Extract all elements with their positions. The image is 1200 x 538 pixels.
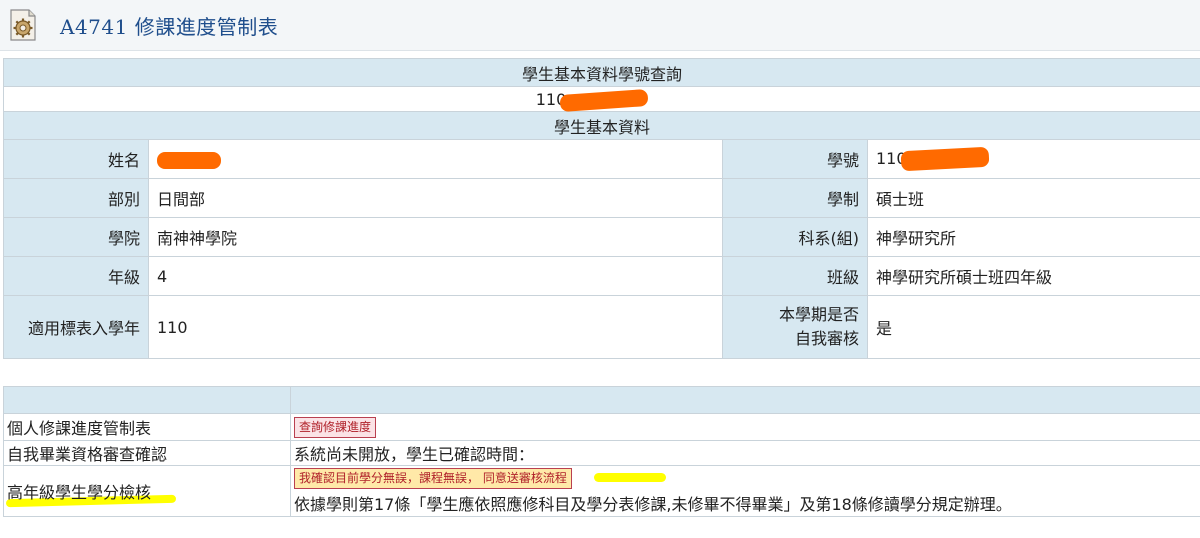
page-title: A4741 修課進度管制表 xyxy=(60,15,279,39)
student-id-search-field[interactable]: 110 xyxy=(2,86,1200,112)
name-value xyxy=(148,139,723,179)
credit-check-label-cell: 高年級學生學分檢核 xyxy=(3,465,291,517)
redaction-mark xyxy=(900,146,990,172)
entry-year-value: 110 xyxy=(148,295,723,359)
title-bar: A4741 修課進度管制表 xyxy=(0,0,1200,51)
division-value: 日間部 xyxy=(148,178,723,218)
self-review-label-line1: 本學期是否 xyxy=(778,305,859,324)
grade-label: 年級 xyxy=(3,256,149,296)
actions-table: 個人修課進度管制表 查詢修課進度 自我畢業資格審查確認 系統尚未開放，學生已確認… xyxy=(3,386,1200,517)
division-label: 部別 xyxy=(3,178,149,218)
system-label: 學制 xyxy=(722,178,868,218)
self-review-value: 是 xyxy=(866,295,1200,359)
student-info-table: 學生基本資料學號查詢 110 學生基本資料 姓名 學號 110 部別 日間部 學… xyxy=(2,58,1200,359)
department-label: 科系(組) xyxy=(722,217,868,257)
entry-year-label: 適用標表入學年 xyxy=(3,295,149,359)
redaction-mark xyxy=(559,88,649,112)
highlight-mark xyxy=(594,473,666,482)
confirm-credits-button[interactable]: 我確認目前學分無誤，課程無誤， 同意送審核流程 xyxy=(294,468,572,489)
class-value: 神學研究所碩士班四年級 xyxy=(866,256,1200,296)
app-gear-icon xyxy=(10,9,36,41)
search-heading: 學生基本資料學號查詢 xyxy=(2,58,1200,87)
progress-table-label: 個人修課進度管制表 xyxy=(3,413,291,441)
self-review-label: 本學期是否 自我審核 xyxy=(722,295,868,359)
progress-table-cell: 查詢修課進度 xyxy=(290,413,1200,441)
class-label: 班級 xyxy=(722,256,868,296)
student-id-label: 學號 xyxy=(722,139,868,179)
actions-header-right xyxy=(290,386,1200,414)
credit-check-cell: 我確認目前學分無誤，課程無誤， 同意送審核流程 依據學則第17條「學生應依照應修… xyxy=(290,465,1200,517)
redaction-mark xyxy=(157,151,221,169)
credit-check-label: 高年級學生學分檢核 xyxy=(7,483,152,502)
query-progress-button[interactable]: 查詢修課進度 xyxy=(294,417,377,438)
college-label: 學院 xyxy=(3,217,149,257)
self-check-label: 自我畢業資格審查確認 xyxy=(3,440,291,466)
self-review-label-line2: 自我審核 xyxy=(794,329,859,348)
college-value: 南神神學院 xyxy=(148,217,723,257)
department-value: 神學研究所 xyxy=(866,217,1200,257)
regulation-note: 依據學則第17條「學生應依照應修科目及學分表修課,未修畢不得畢業」及第18條修讀… xyxy=(294,495,1012,514)
grade-value: 4 xyxy=(148,256,723,296)
actions-header-left xyxy=(3,386,291,414)
self-check-status: 系統尚未開放，學生已確認時間： xyxy=(290,440,1200,466)
name-label: 姓名 xyxy=(3,139,149,179)
system-value: 碩士班 xyxy=(866,178,1200,218)
student-id-value: 110 xyxy=(866,139,1200,179)
profile-heading: 學生基本資料 xyxy=(2,111,1200,140)
